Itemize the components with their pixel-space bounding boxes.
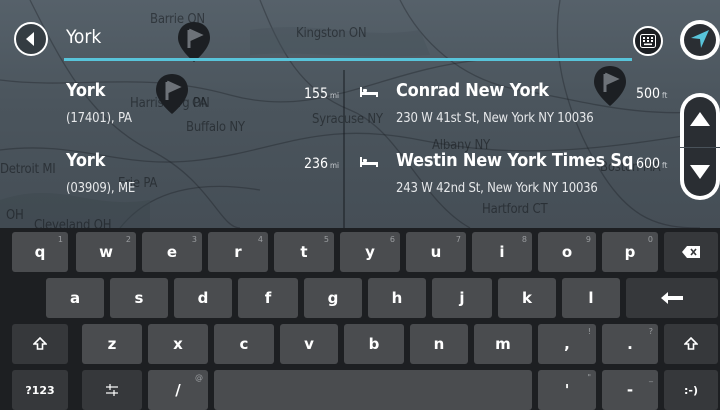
keyboard-icon bbox=[640, 34, 656, 48]
result-name: York bbox=[66, 150, 106, 171]
key-dash[interactable]: - _ bbox=[602, 370, 658, 410]
key-x[interactable]: x bbox=[148, 324, 208, 364]
key-r[interactable]: r4 bbox=[208, 232, 268, 272]
map-pin-icon[interactable] bbox=[592, 64, 628, 108]
key-b[interactable]: b bbox=[344, 324, 404, 364]
result-address: 243 W 42nd St, New York NY 10036 bbox=[396, 181, 598, 196]
key-i[interactable]: i8 bbox=[472, 232, 532, 272]
map-label: Detroit MI bbox=[0, 162, 56, 177]
key-a[interactable]: a bbox=[46, 278, 104, 318]
key-period[interactable]: .? bbox=[602, 324, 658, 364]
hotel-icon bbox=[360, 87, 378, 97]
shift-icon bbox=[684, 337, 698, 350]
map-label: ON bbox=[192, 96, 210, 111]
backspace-icon bbox=[682, 246, 700, 258]
key-o[interactable]: o9 bbox=[538, 232, 596, 272]
result-address: 230 W 41st St, New York NY 10036 bbox=[396, 111, 594, 126]
chevron-up-icon bbox=[690, 112, 710, 126]
key-t[interactable]: t5 bbox=[274, 232, 334, 272]
map-label: Hartford CT bbox=[482, 202, 548, 217]
key-c[interactable]: c bbox=[214, 324, 274, 364]
space-key[interactable] bbox=[214, 370, 532, 410]
keyboard-settings-icon bbox=[106, 384, 118, 396]
result-name: York bbox=[66, 80, 106, 101]
chevron-down-icon bbox=[690, 165, 710, 179]
result-distance: 236 mi bbox=[304, 156, 340, 172]
map-label: Kingston ON bbox=[296, 26, 367, 41]
key-u[interactable]: u7 bbox=[406, 232, 466, 272]
result-address: (03909), ME bbox=[66, 181, 136, 196]
keyboard-toggle-button[interactable] bbox=[633, 26, 663, 56]
enter-arrow-icon bbox=[661, 292, 683, 304]
scroll-down-button[interactable] bbox=[680, 148, 720, 200]
key-g[interactable]: g bbox=[304, 278, 362, 318]
key-w[interactable]: w2 bbox=[76, 232, 136, 272]
result-address: (17401), PA bbox=[66, 111, 132, 126]
results-scroll bbox=[680, 93, 720, 201]
key-v[interactable]: v bbox=[280, 324, 338, 364]
map-label: Syracuse NY bbox=[312, 112, 383, 127]
key-slash[interactable]: / @ bbox=[148, 370, 208, 410]
key-q[interactable]: q1 bbox=[12, 232, 68, 272]
search-underline bbox=[64, 58, 632, 61]
result-distance: 600 ft bbox=[636, 156, 668, 172]
key-h[interactable]: h bbox=[368, 278, 426, 318]
arrow-left-icon bbox=[26, 32, 34, 46]
on-screen-keyboard: q1 w2 e3 r4 t5 y6 u7 i8 o9 p0 a s d f g … bbox=[0, 228, 720, 410]
shift-key-right[interactable] bbox=[664, 324, 718, 364]
key-l[interactable]: l bbox=[562, 278, 620, 318]
current-location-button[interactable] bbox=[680, 20, 720, 60]
shift-key-left[interactable] bbox=[12, 324, 68, 364]
navigation-arrow-icon bbox=[691, 30, 709, 48]
scroll-up-button[interactable] bbox=[680, 93, 720, 147]
result-distance: 500 ft bbox=[636, 86, 668, 102]
map-label: Buffalo NY bbox=[186, 120, 245, 135]
result-name: Conrad New York bbox=[396, 80, 549, 101]
key-y[interactable]: y6 bbox=[340, 232, 400, 272]
settings-key[interactable] bbox=[82, 370, 142, 410]
backspace-key[interactable] bbox=[664, 232, 718, 272]
key-apostrophe[interactable]: ' " bbox=[538, 370, 596, 410]
search-input[interactable]: York bbox=[66, 26, 101, 48]
results-divider bbox=[343, 70, 345, 228]
key-z[interactable]: z bbox=[82, 324, 142, 364]
key-m[interactable]: m bbox=[474, 324, 532, 364]
map-label: OH bbox=[6, 208, 24, 223]
key-j[interactable]: j bbox=[432, 278, 492, 318]
key-e[interactable]: e3 bbox=[142, 232, 202, 272]
hotel-icon bbox=[360, 157, 378, 167]
key-d[interactable]: d bbox=[174, 278, 232, 318]
back-button[interactable] bbox=[14, 22, 48, 56]
key-n[interactable]: n bbox=[410, 324, 468, 364]
key-k[interactable]: k bbox=[498, 278, 556, 318]
key-f[interactable]: f bbox=[238, 278, 298, 318]
emoji-key[interactable]: :-) bbox=[664, 370, 718, 410]
symbols-key[interactable]: ?123 bbox=[12, 370, 68, 410]
key-comma[interactable]: ,! bbox=[538, 324, 596, 364]
enter-key[interactable] bbox=[626, 278, 718, 318]
shift-icon bbox=[33, 337, 47, 350]
result-distance: 155 mi bbox=[304, 86, 340, 102]
key-p[interactable]: p0 bbox=[602, 232, 658, 272]
result-name: Westin New York Times Sq bbox=[396, 150, 634, 171]
key-s[interactable]: s bbox=[110, 278, 168, 318]
map-label: Cleveland OH bbox=[34, 218, 112, 228]
map-pin-icon[interactable] bbox=[154, 72, 190, 116]
